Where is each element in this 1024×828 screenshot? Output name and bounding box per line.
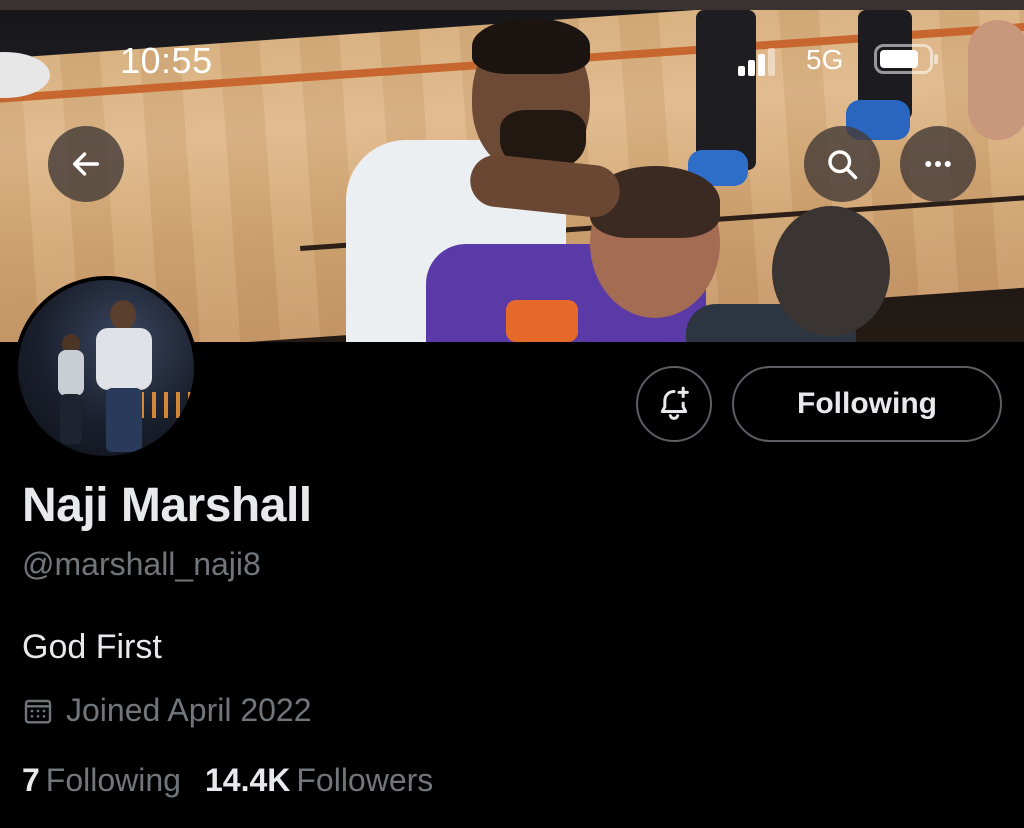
- profile-display-name: Naji Marshall: [22, 479, 312, 532]
- more-options-button[interactable]: [900, 126, 976, 202]
- battery-icon: [874, 44, 940, 74]
- profile-handle: @marshall_naji8: [22, 546, 261, 582]
- status-time: 10:55: [120, 40, 213, 81]
- banner-jersey-lettering: [506, 300, 578, 342]
- joined-date-row: Joined April 2022: [22, 692, 312, 729]
- network-type: 5G: [806, 44, 844, 75]
- signal-icon: [738, 44, 778, 76]
- follow-stats: 7 Following 14.4K Followers: [22, 762, 433, 799]
- profile-screen: 10:55 5G Following Naji Marshall @marsha…: [0, 0, 1024, 828]
- notifications-button[interactable]: [636, 366, 712, 442]
- followers-label: Followers: [296, 762, 434, 798]
- profile-bio: God First: [22, 628, 162, 666]
- bell-plus-icon: [660, 386, 689, 420]
- followers-count: 14.4K: [204, 762, 291, 798]
- followers-count-link[interactable]: 14.4K Followers: [205, 762, 433, 799]
- calendar-icon: [24, 699, 52, 724]
- banner-top-strip: [0, 0, 1024, 10]
- banner-referee-head: [772, 206, 890, 336]
- avatar[interactable]: [14, 276, 198, 460]
- following-button[interactable]: Following: [732, 366, 1002, 442]
- following-count: 7: [22, 762, 40, 798]
- search-button[interactable]: [804, 126, 880, 202]
- more-horizontal-icon: [925, 161, 951, 167]
- banner-figure-hand: [968, 20, 1024, 140]
- arrow-left-icon: [72, 152, 100, 176]
- banner-figure-leg: [696, 10, 756, 170]
- following-label: Following: [45, 762, 181, 798]
- joined-date: Joined April 2022: [66, 692, 312, 728]
- banner-player-hair: [472, 18, 590, 74]
- following-count-link[interactable]: 7 Following: [22, 762, 181, 799]
- back-button[interactable]: [48, 126, 124, 202]
- search-icon: [828, 150, 858, 180]
